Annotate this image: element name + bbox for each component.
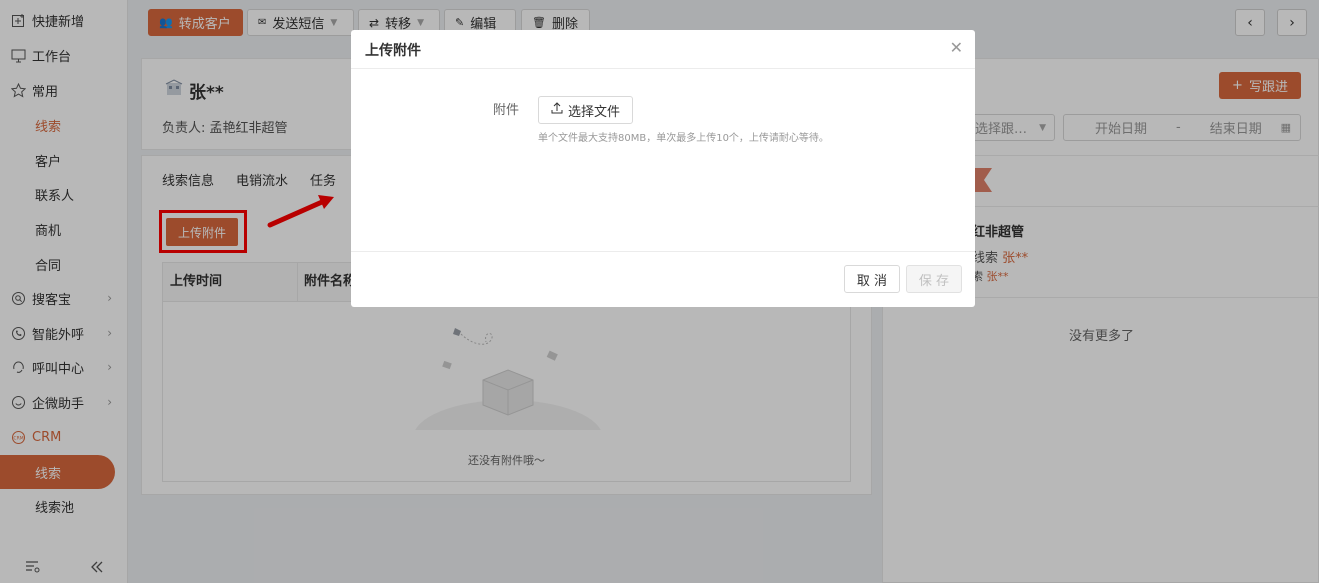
upload-attachment-dialog: 上传附件 ✕ 附件 选择文件 单个文件最大支持80MB，单次最多上传10个，上传… <box>351 30 975 307</box>
upload-icon <box>551 102 563 118</box>
close-icon[interactable]: ✕ <box>950 38 963 57</box>
divider <box>351 68 975 69</box>
attachment-field-label: 附件 <box>493 103 520 118</box>
dialog-title: 上传附件 <box>365 43 421 59</box>
divider <box>351 251 975 252</box>
choose-file-button[interactable]: 选择文件 <box>538 96 633 124</box>
upload-hint: 单个文件最大支持80MB，单次最多上传10个，上传请耐心等待。 <box>538 133 829 144</box>
cancel-button[interactable]: 取 消 <box>844 265 900 293</box>
save-button[interactable]: 保 存 <box>906 265 962 293</box>
